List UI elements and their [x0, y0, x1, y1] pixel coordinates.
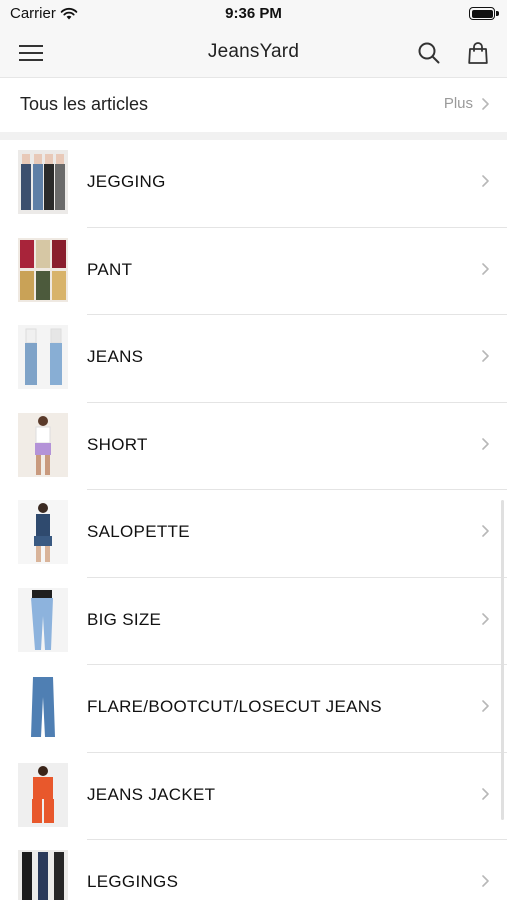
search-icon [418, 42, 440, 64]
category-list: JEGGING PANT JEANS SHORT SALOPETTE BIG S… [0, 140, 507, 900]
chevron-right-icon [482, 262, 489, 275]
category-label: PANT [87, 259, 133, 279]
status-bar: Carrier 9:36 PM [0, 0, 507, 28]
battery-icon [469, 7, 495, 20]
category-row-short[interactable]: SHORT [0, 403, 507, 490]
category-row-flare-bootcut-losecut-jeans[interactable]: FLARE/BOOTCUT/LOSECUT JEANS [0, 665, 507, 753]
category-thumbnail [18, 762, 68, 827]
category-thumbnail [18, 325, 68, 389]
category-thumbnail [18, 412, 68, 477]
search-button[interactable] [414, 38, 444, 68]
chevron-right-icon [482, 97, 489, 110]
category-row-jegging[interactable]: JEGGING [0, 140, 507, 228]
cart-button[interactable] [463, 38, 493, 68]
chevron-right-icon [482, 175, 489, 187]
category-row-leggings[interactable]: LEGGINGS [0, 840, 507, 900]
category-row-pant[interactable]: PANT [0, 228, 507, 315]
category-thumbnail [18, 237, 68, 302]
section-header: Tous les articles Plus [0, 79, 507, 132]
category-thumbnail [18, 850, 68, 900]
chevron-right-icon [482, 787, 489, 800]
chevron-right-icon [482, 437, 489, 450]
category-thumbnail [18, 150, 68, 214]
section-title: Tous les articles [20, 94, 149, 114]
shopping-bag-icon [468, 42, 488, 64]
chevron-right-icon [482, 875, 489, 887]
category-thumbnail [18, 500, 68, 564]
category-row-jeans-jacket[interactable]: JEANS JACKET [0, 753, 507, 840]
status-time: 9:36 PM [225, 5, 282, 22]
navigation-bar: JeansYard [0, 28, 507, 78]
category-thumbnail [18, 675, 68, 739]
category-label: JEGGING [87, 172, 166, 191]
scrollbar[interactable] [501, 500, 504, 820]
category-row-salopette[interactable]: SALOPETTE [0, 490, 507, 578]
category-label: SALOPETTE [87, 522, 190, 541]
more-link[interactable]: Plus [444, 95, 489, 112]
category-label: LEGGINGS [87, 872, 179, 891]
category-label: JEANS JACKET [87, 784, 216, 804]
category-label: JEANS [87, 347, 144, 366]
chevron-right-icon [482, 525, 489, 537]
category-thumbnail [18, 587, 68, 652]
chevron-right-icon [482, 700, 489, 712]
section-separator [0, 132, 507, 140]
category-label: FLARE/BOOTCUT/LOSECUT JEANS [87, 697, 382, 716]
chevron-right-icon [482, 350, 489, 362]
category-label: BIG SIZE [87, 609, 162, 629]
category-label: SHORT [87, 434, 148, 454]
category-row-big-size[interactable]: BIG SIZE [0, 578, 507, 665]
chevron-right-icon [482, 612, 489, 625]
category-row-jeans[interactable]: JEANS [0, 315, 507, 403]
more-label: Plus [443, 95, 473, 112]
